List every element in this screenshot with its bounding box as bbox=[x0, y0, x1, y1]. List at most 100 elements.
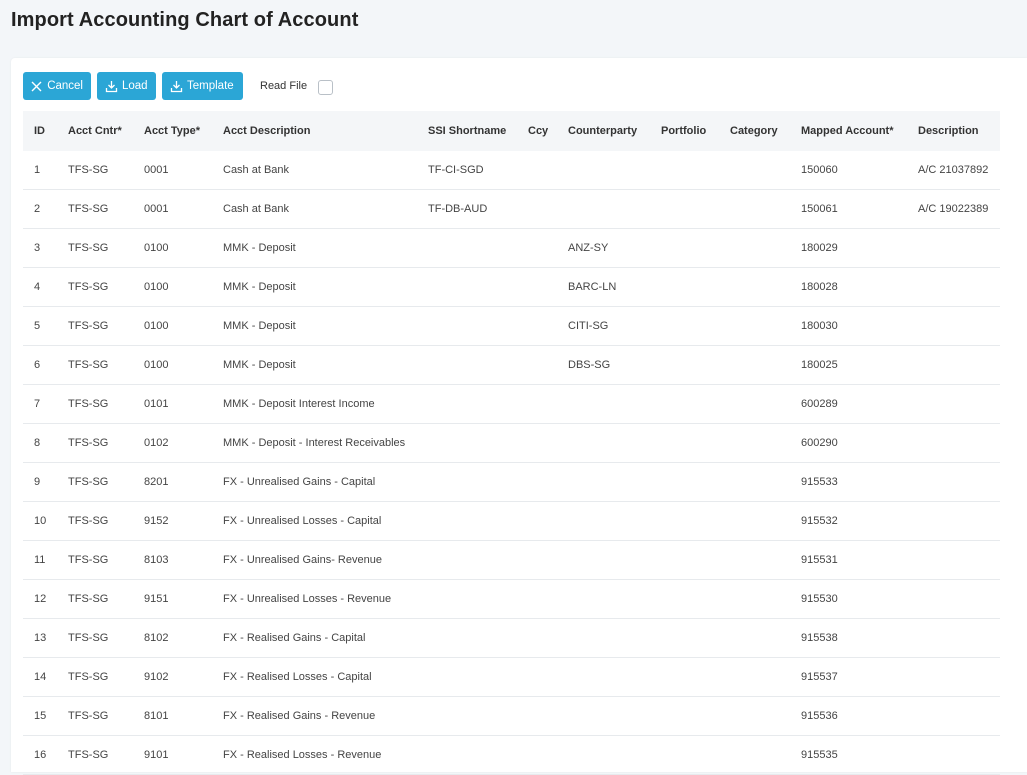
column-header-acct-type[interactable]: Acct Type* bbox=[133, 111, 212, 151]
cell-portfolio bbox=[650, 306, 719, 346]
read-file-checkbox[interactable] bbox=[318, 79, 334, 95]
column-header-ccy[interactable]: Ccy bbox=[517, 111, 557, 151]
cell-id: 15 bbox=[23, 696, 57, 736]
cell-mapped-account: 915535 bbox=[790, 735, 907, 775]
cell-acct-cntr: TFS-SG bbox=[57, 735, 133, 775]
cell-portfolio bbox=[650, 462, 719, 502]
cell-description bbox=[907, 618, 1000, 658]
import-panel: Cancel Load Template Read File ID Acct C… bbox=[11, 58, 1027, 775]
table-row[interactable]: 13 TFS-SG 8102 FX - Realised Gains - Capita… bbox=[23, 618, 1000, 658]
cell-description bbox=[907, 345, 1000, 385]
column-header-counterparty[interactable]: Counterparty bbox=[557, 111, 650, 151]
table-row[interactable]: 15 TFS-SG 8101 FX - Realised Gains - Revenu… bbox=[23, 696, 1000, 736]
cancel-button[interactable]: Cancel bbox=[23, 72, 91, 100]
read-file-option: Read File bbox=[260, 78, 334, 95]
table-row[interactable]: 9 TFS-SG 8201 FX - Unrealised Gains - Capit… bbox=[23, 462, 1000, 502]
cell-portfolio bbox=[650, 657, 719, 697]
cell-acct-type: 8102 bbox=[133, 618, 212, 658]
column-header-description[interactable]: Description bbox=[907, 111, 1000, 151]
table-row[interactable]: 8 TFS-SG 0102 MMK - Deposit - Interest Rece… bbox=[23, 423, 1000, 463]
cell-category bbox=[719, 384, 790, 424]
cell-portfolio bbox=[650, 618, 719, 658]
cell-ssi-shortname bbox=[417, 384, 517, 424]
cell-portfolio bbox=[650, 423, 719, 463]
column-header-id[interactable]: ID bbox=[23, 111, 57, 151]
cell-id: 14 bbox=[23, 657, 57, 697]
cell-portfolio bbox=[650, 579, 719, 619]
table-row[interactable]: 10 TFS-SG 9152 FX - Unrealised Losses - Cap… bbox=[23, 501, 1000, 541]
cell-portfolio bbox=[650, 384, 719, 424]
cell-acct-type: 0100 bbox=[133, 267, 212, 307]
cell-id: 6 bbox=[23, 345, 57, 385]
cell-acct-cntr: TFS-SG bbox=[57, 267, 133, 307]
cell-description: A/C 21037892 bbox=[907, 151, 1000, 190]
column-header-portfolio[interactable]: Portfolio bbox=[650, 111, 719, 151]
cell-ssi-shortname bbox=[417, 579, 517, 619]
cell-id: 8 bbox=[23, 423, 57, 463]
table-row[interactable]: 11 TFS-SG 8103 FX - Unrealised Gains- Reven… bbox=[23, 540, 1000, 580]
load-button[interactable]: Load bbox=[97, 72, 156, 100]
cell-acct-description: FX - Realised Losses - Capital bbox=[212, 657, 417, 697]
cell-category bbox=[719, 501, 790, 541]
template-button[interactable]: Template bbox=[162, 72, 243, 100]
cell-acct-cntr: TFS-SG bbox=[57, 501, 133, 541]
page-title: Import Accounting Chart of Account bbox=[11, 9, 359, 31]
cell-description bbox=[907, 501, 1000, 541]
table-row[interactable]: 7 TFS-SG 0101 MMK - Deposit Interest Income… bbox=[23, 384, 1000, 424]
cell-category bbox=[719, 462, 790, 502]
template-button-label: Template bbox=[187, 80, 234, 92]
cancel-button-label: Cancel bbox=[47, 80, 83, 92]
table-row[interactable]: 5 TFS-SG 0100 MMK - Deposit CITI-SG 180030 bbox=[23, 306, 1000, 346]
cell-acct-cntr: TFS-SG bbox=[57, 151, 133, 190]
cell-mapped-account: 915537 bbox=[790, 657, 907, 697]
cell-mapped-account: 915532 bbox=[790, 501, 907, 541]
table-row[interactable]: 6 TFS-SG 0100 MMK - Deposit DBS-SG 180025 bbox=[23, 345, 1000, 385]
table-row[interactable]: 1 TFS-SG 0001 Cash at Bank TF-CI-SGD 150060 A/… bbox=[23, 151, 1000, 190]
cell-description bbox=[907, 228, 1000, 268]
cell-id: 2 bbox=[23, 189, 57, 229]
cell-ssi-shortname bbox=[417, 228, 517, 268]
column-header-acct-description[interactable]: Acct Description bbox=[212, 111, 417, 151]
cell-portfolio bbox=[650, 501, 719, 541]
table-row[interactable]: 12 TFS-SG 9151 FX - Unrealised Losses - Rev… bbox=[23, 579, 1000, 619]
cell-ccy bbox=[517, 228, 557, 268]
cell-acct-cntr: TFS-SG bbox=[57, 540, 133, 580]
cell-id: 13 bbox=[23, 618, 57, 658]
read-file-label: Read File bbox=[260, 80, 308, 92]
cell-description bbox=[907, 657, 1000, 697]
column-header-ssi-shortname[interactable]: SSI Shortname bbox=[417, 111, 517, 151]
cell-category bbox=[719, 306, 790, 346]
cell-acct-type: 0101 bbox=[133, 384, 212, 424]
cell-acct-cntr: TFS-SG bbox=[57, 657, 133, 697]
cell-category bbox=[719, 423, 790, 463]
column-header-category[interactable]: Category bbox=[719, 111, 790, 151]
cell-portfolio bbox=[650, 267, 719, 307]
cell-category bbox=[719, 228, 790, 268]
table-row[interactable]: 4 TFS-SG 0100 MMK - Deposit BARC-LN 180028 bbox=[23, 267, 1000, 307]
cell-ccy bbox=[517, 151, 557, 190]
cell-acct-description: MMK - Deposit bbox=[212, 345, 417, 385]
table-row[interactable]: 2 TFS-SG 0001 Cash at Bank TF-DB-AUD 150061 A/… bbox=[23, 189, 1000, 229]
table-row[interactable]: 16 TFS-SG 9101 FX - Realised Losses - Reven… bbox=[23, 735, 1000, 775]
cell-description bbox=[907, 735, 1000, 775]
cell-description bbox=[907, 267, 1000, 307]
cell-mapped-account: 915531 bbox=[790, 540, 907, 580]
cell-mapped-account: 915533 bbox=[790, 462, 907, 502]
cell-ssi-shortname bbox=[417, 657, 517, 697]
column-header-mapped-account[interactable]: Mapped Account* bbox=[790, 111, 907, 151]
column-header-acct-cntr[interactable]: Acct Cntr* bbox=[57, 111, 133, 151]
cell-ccy bbox=[517, 345, 557, 385]
table-header-row: ID Acct Cntr* Acct Type* Acct Description SS… bbox=[23, 111, 1000, 151]
cell-acct-type: 0102 bbox=[133, 423, 212, 463]
cell-counterparty: BARC-LN bbox=[557, 267, 650, 307]
cell-ccy bbox=[517, 579, 557, 619]
table-row[interactable]: 14 TFS-SG 9102 FX - Realised Losses - Capit… bbox=[23, 657, 1000, 697]
toolbar: Cancel Load Template Read File bbox=[23, 72, 334, 100]
cell-category bbox=[719, 618, 790, 658]
cell-portfolio bbox=[650, 696, 719, 736]
cell-counterparty bbox=[557, 151, 650, 190]
cell-ccy bbox=[517, 423, 557, 463]
cell-category bbox=[719, 696, 790, 736]
cell-portfolio bbox=[650, 735, 719, 775]
table-row[interactable]: 3 TFS-SG 0100 MMK - Deposit ANZ-SY 180029 bbox=[23, 228, 1000, 268]
